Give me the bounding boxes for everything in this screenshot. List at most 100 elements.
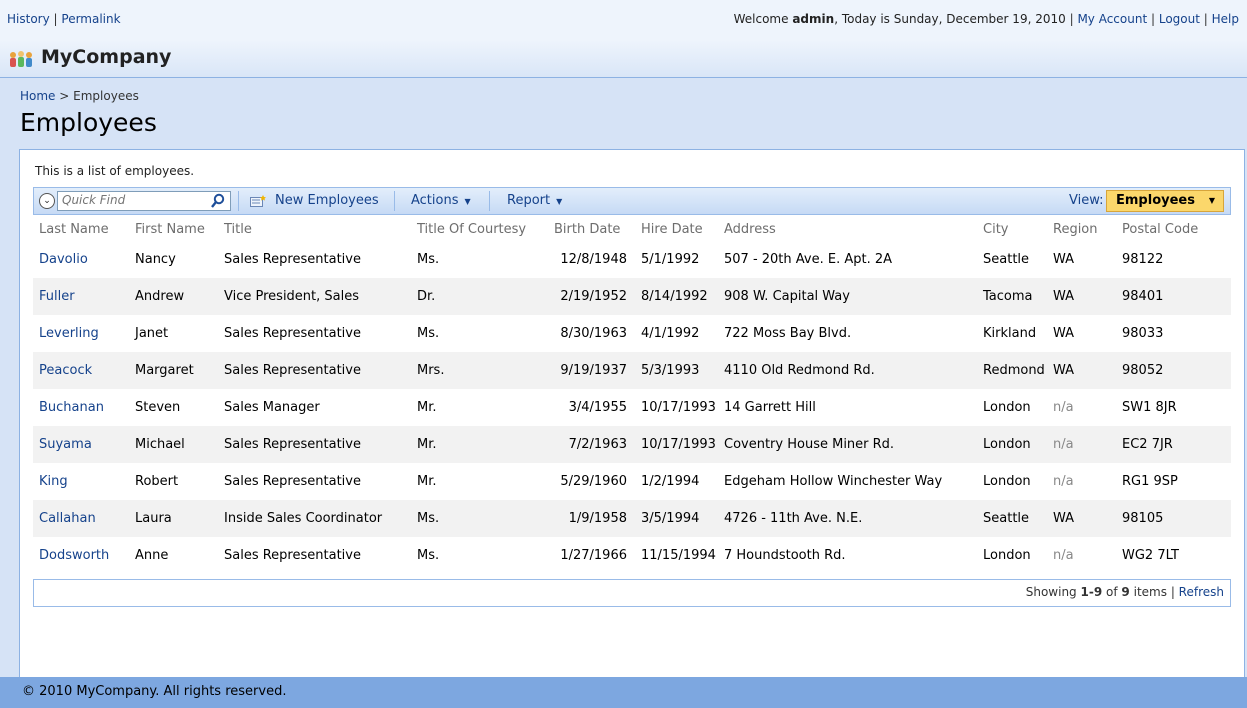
cell-city: London [977, 426, 1047, 463]
grid-toolbar: ⌄ New Employees Actions ▼ Report ▼ View: [33, 187, 1231, 215]
cell-city: Seattle [983, 252, 1030, 267]
footer: © 2010 MyCompany. All rights reserved. [0, 677, 1247, 708]
cell-title-of-courtesy: Mrs. [411, 352, 548, 389]
cell-city: Tacoma [977, 278, 1047, 315]
table-row[interactable]: Peacock Margaret Sales Representative Mrs. 9… [33, 352, 1231, 389]
employees-panel: This is a list of employees. ⌄ New Emplo… [19, 149, 1245, 678]
cell-hire-date: 1/2/1994 [641, 474, 700, 489]
quick-find-input[interactable] [58, 192, 206, 208]
new-employees-button[interactable]: New Employees [275, 188, 379, 214]
cell-first-name: Laura [129, 500, 218, 537]
column-header-first-name[interactable]: First Name [129, 217, 218, 241]
cell-region: WA [1053, 326, 1075, 341]
help-link[interactable]: Help [1212, 12, 1239, 26]
cell-region: WA [1053, 252, 1075, 267]
report-label: Report [507, 193, 551, 208]
actions-menu-button[interactable]: Actions ▼ [411, 188, 471, 214]
table-row[interactable]: Davolio Nancy Sales Representative Ms. 12/8/… [33, 241, 1231, 278]
column-header-title-of-courtesy[interactable]: Title Of Courtesy [411, 217, 548, 241]
permalink-link[interactable]: Permalink [61, 12, 120, 26]
cell-first-name: Steven [135, 400, 181, 415]
cell-address: 14 Garrett Hill [724, 400, 816, 415]
cell-title: Sales Representative [224, 474, 361, 489]
cell-postal-code: WG2 7LT [1122, 548, 1179, 563]
cell-birth-date: 1/9/1958 [548, 500, 635, 537]
cell-address: 4110 Old Redmond Rd. [718, 352, 977, 389]
cell-last-name[interactable]: Callahan [33, 500, 129, 537]
breadcrumb-current: Employees [73, 89, 139, 103]
user-info: Welcome admin, Today is Sunday, December… [734, 12, 1239, 26]
column-header-last-name[interactable]: Last Name [33, 217, 129, 241]
column-header-region[interactable]: Region [1047, 217, 1116, 241]
view-selector[interactable]: Employees ▼ [1106, 190, 1224, 212]
header-row: Last Name First Name Title Title Of Cour… [33, 217, 1231, 241]
cell-title: Sales Representative [224, 252, 361, 267]
toolbar-divider [238, 191, 239, 211]
cell-hire-date: 5/1/1992 [641, 252, 700, 267]
history-link[interactable]: History [7, 12, 50, 26]
table-row[interactable]: Suyama Michael Sales Representative Mr. 7/2/… [33, 426, 1231, 463]
column-header-birth-date[interactable]: Birth Date [548, 217, 635, 241]
cell-hire-date: 11/15/1994 [641, 548, 716, 563]
dropdown-caret-icon: ▼ [464, 197, 471, 206]
my-account-link[interactable]: My Account [1077, 12, 1147, 26]
column-header-postal-code[interactable]: Postal Code [1116, 217, 1231, 241]
table-row[interactable]: Leverling Janet Sales Representative Ms. 8/3… [33, 315, 1231, 352]
breadcrumb-home[interactable]: Home [20, 89, 55, 103]
table-row[interactable]: Dodsworth Anne Sales Representative Ms. 1/27… [33, 537, 1231, 574]
table-row[interactable]: King Robert Sales Representative Mr. 5/29/19… [33, 463, 1231, 500]
table-row[interactable]: Fuller Andrew Vice President, Sales Dr. 2/19… [33, 278, 1231, 315]
cell-title-of-courtesy: Ms. [417, 548, 440, 563]
cell-hire-date: 10/17/1993 [635, 426, 718, 463]
quick-find-field[interactable] [57, 191, 231, 211]
cell-city: London [983, 548, 1031, 563]
cell-postal-code: RG1 9SP [1122, 474, 1178, 489]
cell-last-name[interactable]: Fuller [33, 278, 129, 315]
breadcrumb-separator: > [59, 89, 70, 103]
cell-first-name: Janet [135, 326, 169, 341]
report-menu-button[interactable]: Report ▼ [507, 188, 562, 214]
search-icon[interactable] [210, 193, 226, 209]
cell-address: 507 - 20th Ave. E. Apt. 2A [724, 252, 893, 267]
cell-postal-code: EC2 7JR [1116, 426, 1231, 463]
collapse-chevron-icon[interactable]: ⌄ [39, 193, 55, 209]
username: admin [792, 12, 835, 26]
cell-postal-code: 98122 [1122, 252, 1164, 267]
paging-items: items [1130, 585, 1167, 599]
column-header-city[interactable]: City [977, 217, 1047, 241]
cell-birth-date: 8/30/1963 [560, 326, 627, 341]
cell-postal-code: 98033 [1122, 326, 1164, 341]
cell-first-name: Margaret [129, 352, 218, 389]
cell-title-of-courtesy: Mr. [417, 400, 437, 415]
refresh-link[interactable]: Refresh [1179, 585, 1224, 599]
view-description: This is a list of employees. [35, 164, 195, 178]
table-row[interactable]: Buchanan Steven Sales Manager Mr. 3/4/1955 10… [33, 389, 1231, 426]
paging-range: 1-9 [1080, 585, 1103, 599]
dropdown-caret-icon: ▼ [556, 197, 563, 206]
cell-title-of-courtesy: Mr. [417, 474, 437, 489]
table-row[interactable]: Callahan Laura Inside Sales Coordinator Ms.… [33, 500, 1231, 537]
cell-postal-code: SW1 8JR [1122, 400, 1177, 415]
column-header-hire-date[interactable]: Hire Date [635, 217, 718, 241]
new-record-icon[interactable] [250, 195, 266, 207]
column-header-title[interactable]: Title [218, 217, 411, 241]
copyright-text: © 2010 MyCompany. All rights reserved. [22, 684, 287, 699]
date-text: , Today is Sunday, December 19, 2010 [834, 12, 1066, 26]
cell-title-of-courtesy: Ms. [411, 500, 548, 537]
cell-region: WA [1047, 278, 1116, 315]
paging-items-label: items [1133, 585, 1167, 599]
brand-name[interactable]: MyCompany [41, 46, 171, 68]
cell-last-name[interactable]: Dodsworth [33, 537, 129, 574]
cell-last-name[interactable]: Suyama [33, 426, 129, 463]
cell-first-name: Robert [135, 474, 179, 489]
cell-last-name[interactable]: King [33, 463, 129, 500]
column-header-address[interactable]: Address [718, 217, 977, 241]
separator: | [1203, 12, 1212, 26]
logout-link[interactable]: Logout [1159, 12, 1200, 26]
cell-last-name[interactable]: Leverling [33, 315, 129, 352]
cell-last-name[interactable]: Buchanan [33, 389, 129, 426]
cell-last-name[interactable]: Peacock [33, 352, 129, 389]
cell-last-name[interactable]: Davolio [33, 241, 129, 278]
page-title: Employees [20, 108, 157, 137]
cell-first-name: Nancy [135, 252, 176, 267]
